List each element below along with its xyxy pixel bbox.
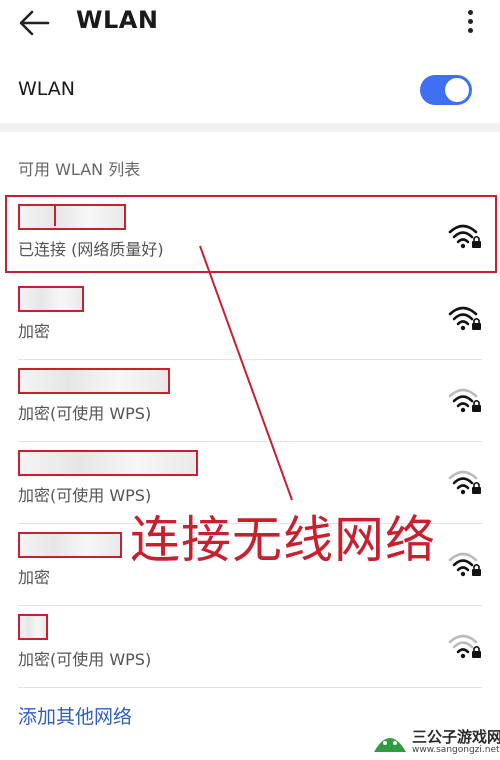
wlan-label: WLAN xyxy=(18,78,76,100)
back-arrow-icon[interactable] xyxy=(16,8,52,38)
network-name-redacted xyxy=(18,614,48,640)
watermark-name: 三公子游戏网 xyxy=(412,728,500,746)
network-name-redacted xyxy=(18,450,198,476)
network-status: 加密(可使用 WPS) xyxy=(18,650,152,669)
network-item[interactable]: 加密(可使用 WPS) xyxy=(0,606,500,688)
wifi-locked-icon xyxy=(448,470,481,495)
network-name-redacted xyxy=(18,286,84,312)
section-divider xyxy=(0,123,500,132)
network-status: 加密(可使用 WPS) xyxy=(18,404,152,423)
watermark-url: www.sangongzi.net xyxy=(412,745,500,755)
top-bar: WLAN xyxy=(0,0,500,50)
watermark-logo-icon xyxy=(374,738,406,752)
more-vertical-icon[interactable] xyxy=(458,6,482,40)
available-networks-header: 可用 WLAN 列表 xyxy=(18,160,141,179)
network-item[interactable]: 加密 xyxy=(0,278,500,360)
highlight-box xyxy=(5,195,497,273)
add-other-network-link[interactable]: 添加其他网络 xyxy=(18,702,132,729)
wifi-locked-icon xyxy=(448,306,481,331)
page-title: WLAN xyxy=(76,6,159,34)
wifi-locked-icon xyxy=(448,388,481,413)
network-status: 加密 xyxy=(18,568,51,587)
wlan-toggle-row[interactable]: WLAN xyxy=(0,65,500,115)
wlan-switch[interactable] xyxy=(420,75,472,105)
annotation-text: 连接无线网络 xyxy=(130,511,436,569)
network-name-redacted xyxy=(18,532,122,558)
network-status: 加密 xyxy=(18,322,51,341)
wifi-locked-icon xyxy=(448,552,481,577)
watermark: 三公子游戏网 www.sangongzi.net xyxy=(372,724,500,758)
network-name-redacted xyxy=(18,368,170,394)
list-divider xyxy=(18,687,482,688)
wifi-locked-icon xyxy=(448,634,481,659)
switch-knob xyxy=(445,78,469,102)
network-item[interactable]: 加密(可使用 WPS) xyxy=(0,360,500,442)
